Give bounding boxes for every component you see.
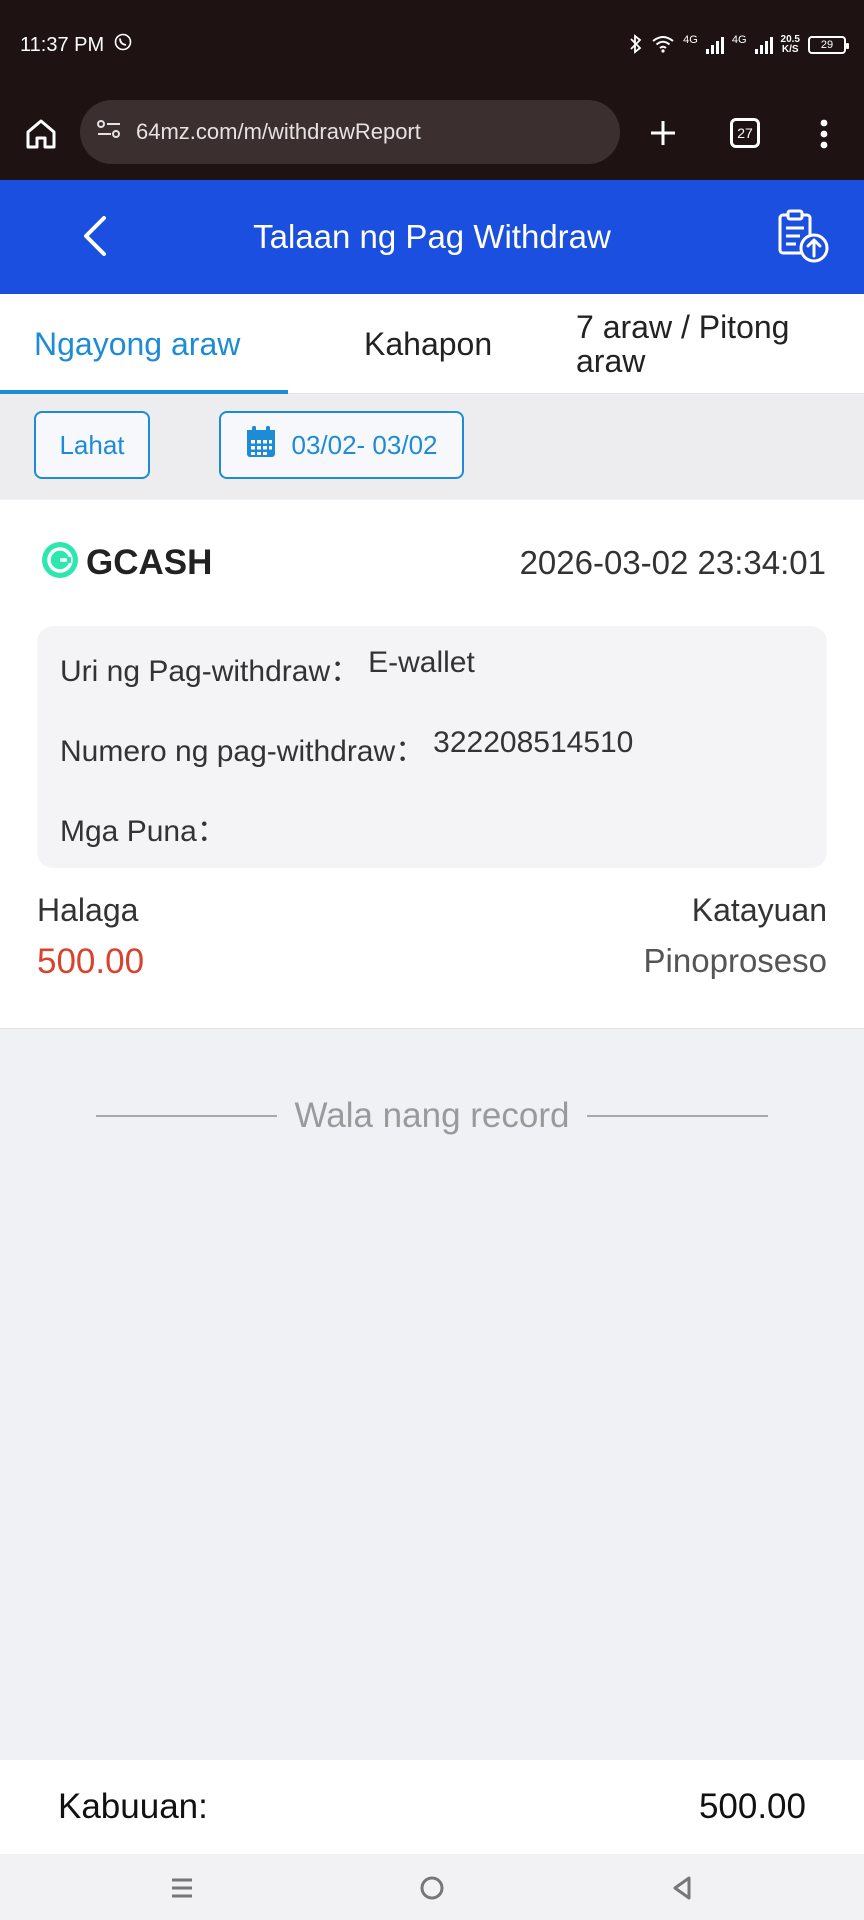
page-title: Talaan ng Pag Withdraw (253, 218, 611, 255)
status-badge: Pinoproseso (643, 942, 827, 979)
record-details: Uri ng Pag-withdraw： E-wallet Numero ng … (37, 626, 827, 868)
withdraw-number-value: 322208514510 (433, 726, 634, 759)
browser-toolbar: 64mz.com/m/withdrawReport 27 (0, 90, 864, 180)
net-speed-unit: K/S (781, 44, 799, 55)
bluetooth-icon (629, 33, 643, 57)
network-label-2: 4G (731, 33, 747, 46)
remarks-row: Mga Puna： (60, 806, 227, 850)
type-filter-label: Lahat (59, 429, 125, 460)
signal-icon (705, 36, 724, 54)
system-nav-bar (0, 1854, 864, 1920)
new-tab-icon[interactable] (645, 115, 681, 151)
type-filter-button[interactable]: Lahat (34, 411, 150, 479)
signal-icon-2 (754, 36, 773, 54)
call-icon (114, 33, 132, 57)
withdraw-number-row: Numero ng pag-withdraw： 322208514510 (60, 726, 633, 770)
brand-name: GCASH (86, 542, 213, 582)
battery-level: 29 (820, 39, 834, 51)
network-label-1: 4G (683, 33, 698, 46)
status-time: 11:37 PM (20, 33, 105, 56)
wifi-icon (651, 35, 675, 56)
withdraw-number-label: Numero ng pag-withdraw： (60, 735, 426, 768)
battery-icon: 29 (808, 36, 849, 54)
recent-apps-icon[interactable] (162, 1868, 202, 1908)
more-menu-icon[interactable] (812, 116, 836, 152)
net-speed: 20.5 K/S (781, 35, 800, 55)
address-bar[interactable]: 64mz.com/m/withdrawReport (80, 100, 620, 164)
active-tab-indicator (0, 390, 288, 394)
amount-label: Halaga (37, 892, 139, 928)
date-range-button[interactable]: 03/02- 03/02 (219, 411, 464, 479)
status-bar: 11:37 PM 4G 4G 20.5 K/S 29 (0, 0, 864, 90)
divider-left (96, 1115, 277, 1117)
app-header: Talaan ng Pag Withdraw (0, 180, 864, 294)
date-tabs: Ngayong araw Kahapon 7 araw / Pitong ara… (0, 294, 864, 394)
withdraw-type-label: Uri ng Pag-withdraw： (60, 655, 361, 688)
url-text[interactable]: 64mz.com/m/withdrawReport (136, 119, 421, 145)
tabs-button[interactable]: 27 (730, 118, 760, 148)
list-end-text: Wala nang record (294, 1096, 570, 1135)
withdraw-type-row: Uri ng Pag-withdraw： E-wallet (60, 646, 475, 690)
total-bar: Kabuuan: 500.00 (0, 1760, 864, 1854)
report-upload-icon[interactable] (774, 208, 832, 266)
withdraw-record[interactable]: GCASH 2026-03-02 23:34:01 Uri ng Pag-wit… (0, 500, 864, 1029)
tab-yesterday[interactable]: Kahapon (364, 294, 524, 394)
total-label: Kabuuan: (58, 1787, 208, 1826)
payment-brand: GCASH (40, 540, 212, 585)
record-datetime: 2026-03-02 23:34:01 (519, 544, 826, 581)
divider-right (587, 1115, 768, 1117)
gcash-logo-icon (40, 540, 80, 585)
list-end-indicator: Wala nang record (96, 1094, 768, 1138)
total-value: 500.00 (698, 1787, 806, 1826)
amount-value: 500.00 (37, 942, 145, 981)
withdraw-type-value: E-wallet (368, 646, 475, 679)
back-icon[interactable] (76, 214, 116, 258)
calendar-icon (245, 425, 277, 466)
remarks-label: Mga Puna： (60, 815, 227, 848)
tab-count: 27 (730, 118, 760, 148)
tab-today-label: Ngayong araw (34, 325, 241, 362)
back-nav-icon[interactable] (662, 1868, 702, 1908)
status-label: Katayuan (691, 892, 827, 928)
tab-seven-days[interactable]: 7 araw / Pitong araw (576, 294, 846, 394)
home-icon[interactable] (22, 115, 60, 153)
tab-yesterday-label: Kahapon (364, 325, 493, 362)
home-nav-icon[interactable] (412, 1868, 452, 1908)
tab-seven-days-label: 7 araw / Pitong araw (576, 309, 790, 379)
date-range-label: 03/02- 03/02 (291, 429, 438, 460)
site-settings-icon[interactable] (96, 118, 122, 146)
filter-bar: Lahat 03/02- 03/02 (0, 395, 864, 499)
tab-today[interactable]: Ngayong araw (34, 294, 284, 394)
